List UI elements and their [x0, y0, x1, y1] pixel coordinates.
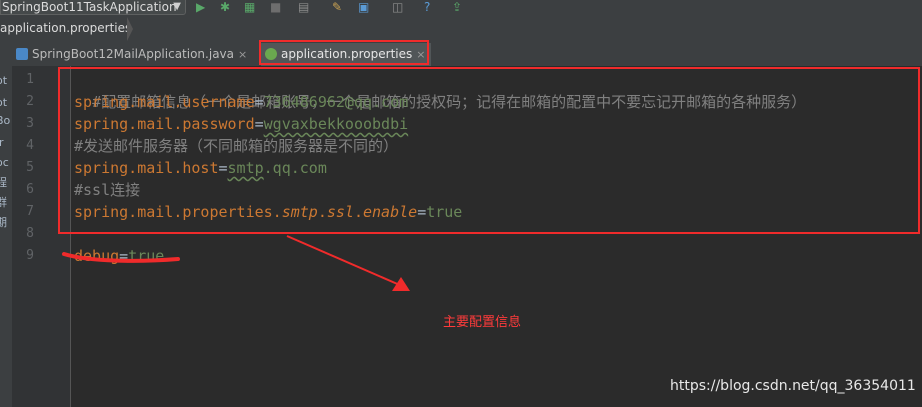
annotation-drawing — [62, 235, 410, 291]
annotation-arrowhead — [392, 277, 410, 291]
strikethrough-scribble — [62, 252, 180, 263]
annotation-label: 主要配置信息 — [443, 315, 522, 330]
annotation-arrow-line — [286, 235, 403, 287]
watermark-text: https://blog.csdn.net/qq_36354011 — [670, 378, 916, 394]
